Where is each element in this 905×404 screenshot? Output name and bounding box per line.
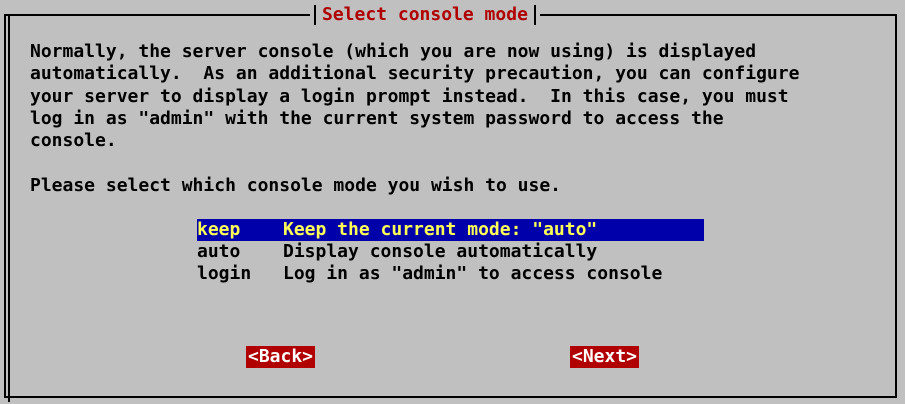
description-line: log in as "admin" with the current syste… — [30, 107, 724, 129]
description-line: console. — [30, 130, 117, 152]
description-line: your server to display a login prompt in… — [30, 85, 789, 107]
title-right-tee — [533, 5, 536, 25]
menu-option-label: Keep the current mode: "auto" — [283, 219, 598, 240]
back-button[interactable]: <Back> — [246, 346, 316, 368]
menu-option-label: Log in as "admin" to access console — [283, 263, 663, 284]
menu-option-keep[interactable]: keep Keep the current mode: "auto" — [197, 219, 704, 241]
next-button[interactable]: <Next> — [570, 346, 640, 368]
menu-option-login[interactable]: login Log in as "admin" to access consol… — [197, 263, 704, 285]
console-mode-dialog: Select console mode Normally, the server… — [0, 0, 905, 404]
menu-option-tag: keep — [197, 219, 241, 240]
menu-option-auto[interactable]: auto Display console automatically — [197, 241, 704, 263]
title-left-tee — [314, 5, 316, 25]
selection-prompt: Please select which console mode you wis… — [30, 175, 562, 196]
dialog-title-container: Select console mode — [310, 4, 540, 26]
menu-option-label: Display console automatically — [283, 241, 598, 262]
dialog-title: Select console mode — [322, 4, 528, 25]
menu-option-tag: auto — [197, 241, 241, 262]
description-line: automatically. As an additional security… — [30, 63, 800, 85]
menu-option-tag: login — [197, 263, 252, 284]
description: Normally, the server console (which you … — [30, 41, 890, 152]
console-mode-menu: keep Keep the current mode: "auto" auto … — [197, 219, 704, 285]
description-line: Normally, the server console (which you … — [30, 41, 757, 62]
